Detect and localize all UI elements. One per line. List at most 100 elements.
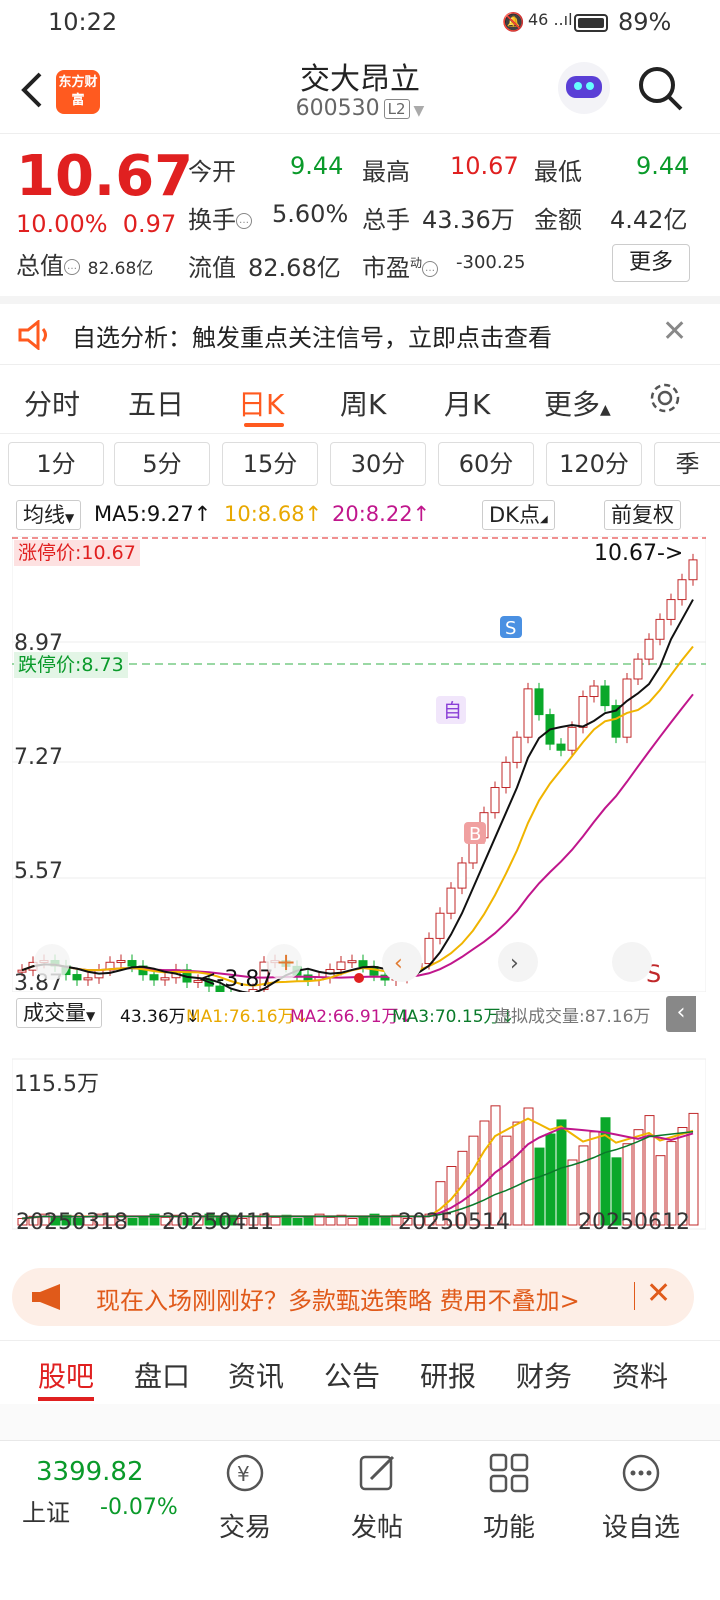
status-bar: 10:22 🔕 46 ..ıl 89% <box>0 0 720 48</box>
volume-legend-bar: 成交量▼ 43.36万↓ MA1:76.16万↓ MA2:66.91万↓ MA3… <box>0 996 720 1032</box>
period-120min[interactable]: 120分 <box>546 442 642 486</box>
limit-down-label: 跌停价:8.73 <box>18 654 124 676</box>
info-icon[interactable]: … <box>64 259 80 275</box>
low-price-marker: <-3.87 <box>198 967 273 992</box>
candle <box>567 726 577 751</box>
nav-trade[interactable]: ¥ 交易 <box>190 1451 300 1544</box>
tab-yanbao[interactable]: 研报 <box>420 1355 476 1395</box>
period-30min[interactable]: 30分 <box>330 442 426 486</box>
tab-pankou[interactable]: 盘口 <box>134 1355 190 1395</box>
candle <box>556 743 566 751</box>
period-15min[interactable]: 15分 <box>222 442 318 486</box>
stock-code-row[interactable]: 600530 L2 ▼ <box>0 96 720 121</box>
candle <box>501 761 511 789</box>
turnover-value: 5.60% <box>272 200 349 228</box>
info-icon[interactable]: … <box>236 213 252 229</box>
volume-select[interactable]: 成交量▼ <box>16 998 103 1028</box>
period-1min[interactable]: 1分 <box>8 442 104 486</box>
period-quarter[interactable]: 季 <box>654 442 720 486</box>
battery-percent: 89% <box>618 8 672 36</box>
candle <box>435 912 445 939</box>
today-dot <box>354 973 364 983</box>
promo-banner[interactable]: 现在入场刚刚好？多款甄选策略 费用不叠加> ✕ <box>12 1268 694 1326</box>
tab-more[interactable]: 更多▲ <box>544 383 611 423</box>
float-value: 82.68亿 <box>248 254 341 282</box>
change-amount: 0.97 <box>122 210 177 238</box>
y-label: 7.27 <box>14 745 63 770</box>
megaphone-icon <box>32 1284 60 1310</box>
open-value: 9.44 <box>290 152 344 180</box>
tab-fenshi[interactable]: 分时 <box>24 383 80 423</box>
self-select-label: 自 <box>443 700 462 722</box>
candle <box>446 887 456 914</box>
open-label: 今开 <box>188 158 236 186</box>
tab-gonggao[interactable]: 公告 <box>324 1355 380 1395</box>
tab-zhouk[interactable]: 周K <box>340 383 386 423</box>
close-promo-icon[interactable]: ✕ <box>646 1276 671 1311</box>
collapse-panel-icon[interactable]: ‹ <box>666 996 696 1032</box>
buy-signal-label: B <box>469 824 481 845</box>
tab-rik[interactable]: 日K <box>238 383 284 423</box>
date-label: 20250612 <box>578 1210 690 1235</box>
info-icon[interactable]: … <box>422 261 439 277</box>
amount-label: 金额 <box>534 206 582 234</box>
promo-text: 现在入场刚刚好？多款甄选策略 费用不叠加> <box>96 1287 580 1315</box>
nav-label: 交易 <box>218 1513 271 1543</box>
candle <box>589 685 599 698</box>
close-icon[interactable]: ✕ <box>662 314 687 349</box>
nav-label: 设自选 <box>601 1513 680 1543</box>
nav-add-watchlist[interactable]: 设自选 <box>586 1451 696 1544</box>
period-60min[interactable]: 60分 <box>438 442 534 486</box>
nav-functions[interactable]: 功能 <box>454 1451 564 1544</box>
tab-caiwu[interactable]: 财务 <box>516 1355 572 1395</box>
analysis-notice[interactable]: 自选分析：触发重点关注信号，立即点击查看 ✕ <box>0 296 720 364</box>
candle <box>83 977 93 981</box>
tab-yuek[interactable]: 月K <box>444 383 490 423</box>
period-5min[interactable]: 5分 <box>114 442 210 486</box>
search-icon[interactable] <box>636 64 684 112</box>
tab-guba[interactable]: 股吧 <box>38 1355 94 1395</box>
nav-post[interactable]: 发帖 <box>322 1451 432 1544</box>
forward-adjust-button[interactable]: 前复权 <box>604 500 681 530</box>
kline-chart[interactable]: 涨停价:10.67 8.97 跌停价:8.73 7.27 5.57 3.87 1… <box>12 536 706 992</box>
index-value[interactable]: 3399.82 <box>36 1457 144 1487</box>
turnover-label: 换手… <box>188 200 252 235</box>
dropdown-icon: ▼ <box>413 103 425 119</box>
index-change: -0.07% <box>100 1495 178 1520</box>
fullscreen-icon[interactable] <box>612 942 652 982</box>
sell-signal-label: S <box>505 618 516 639</box>
more-button[interactable]: 更多 <box>612 244 690 282</box>
pe-value: -300.25 <box>456 252 526 273</box>
low-label: 最低 <box>534 158 582 186</box>
chart-type-tabs: 分时 五日 日K 周K 月K 更多▲ <box>0 364 720 434</box>
mcap-label: 总值 <box>16 252 64 280</box>
candle <box>523 688 533 738</box>
virtual-volume: 虚拟成交量:87.16万 <box>494 1007 651 1027</box>
pe-label: 市盈动… <box>362 248 439 283</box>
notice-text: 自选分析：触发重点关注信号，立即点击查看 <box>72 324 552 352</box>
candle <box>666 599 676 620</box>
candle <box>149 974 159 981</box>
date-label: 20250411 <box>162 1210 274 1235</box>
tab-wuri[interactable]: 五日 <box>128 383 184 423</box>
dk-point-button[interactable]: DK点◢ <box>482 500 555 530</box>
volume-max-label: 115.5万 <box>14 1072 99 1097</box>
info-tabs: 股吧 盘口 资讯 公告 研报 财务 资料 <box>0 1340 720 1404</box>
y-label: 5.57 <box>14 859 63 884</box>
ma-legend-bar: 均线▼ MA5:9.27↑ 10:8.68↑ 20:8.22↑ DK点◢ 前复权 <box>0 498 720 534</box>
scroll-left-icon[interactable] <box>34 944 70 980</box>
ma5-value: MA5:9.27↑ <box>94 502 212 526</box>
ma-select[interactable]: 均线▼ <box>16 500 82 530</box>
candle <box>358 960 368 968</box>
candle <box>644 638 654 660</box>
tab-ziliao[interactable]: 资料 <box>612 1355 668 1395</box>
grid-icon <box>489 1453 529 1493</box>
assistant-robot-icon[interactable] <box>558 62 610 114</box>
mute-icon: 🔕 <box>502 12 525 33</box>
tab-zixun[interactable]: 资讯 <box>228 1355 284 1395</box>
low-value: 9.44 <box>636 152 690 180</box>
stock-code: 600530 <box>295 96 380 121</box>
settings-gear-icon[interactable] <box>648 381 682 415</box>
candle <box>336 961 346 970</box>
battery-icon <box>574 14 608 32</box>
